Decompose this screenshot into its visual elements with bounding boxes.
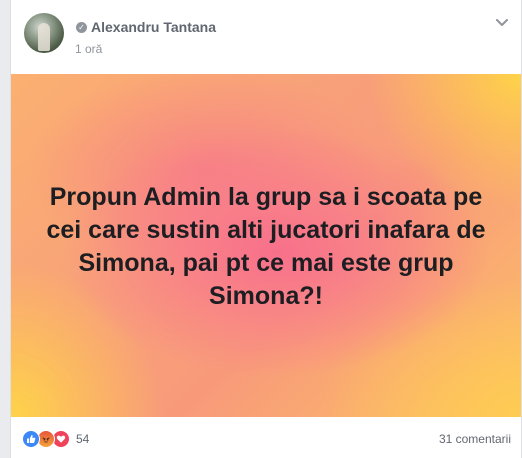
post-background-banner: Propun Admin la grup sa i scoata pe cei …: [11, 74, 521, 417]
avatar-figure: [38, 23, 50, 51]
reaction-count: 54: [76, 432, 90, 446]
like-icon: [22, 430, 40, 448]
post-timestamp[interactable]: 1 oră: [75, 42, 102, 56]
verified-icon: ✓: [76, 22, 87, 33]
post-header: ✓ Alexandru Tantana 1 oră: [11, 0, 521, 74]
chevron-down-icon[interactable]: [495, 16, 509, 30]
comments-link[interactable]: 31 comentarii: [439, 432, 511, 446]
post-footer: 54 31 comentarii: [11, 417, 521, 458]
post-text: Propun Admin la grup sa i scoata pe cei …: [46, 182, 486, 310]
author-avatar[interactable]: [24, 13, 64, 53]
author-name[interactable]: Alexandru Tantana: [91, 19, 216, 35]
reactions-summary[interactable]: 54: [22, 430, 89, 448]
post-card: ✓ Alexandru Tantana 1 oră Propun Admin l…: [10, 0, 522, 458]
